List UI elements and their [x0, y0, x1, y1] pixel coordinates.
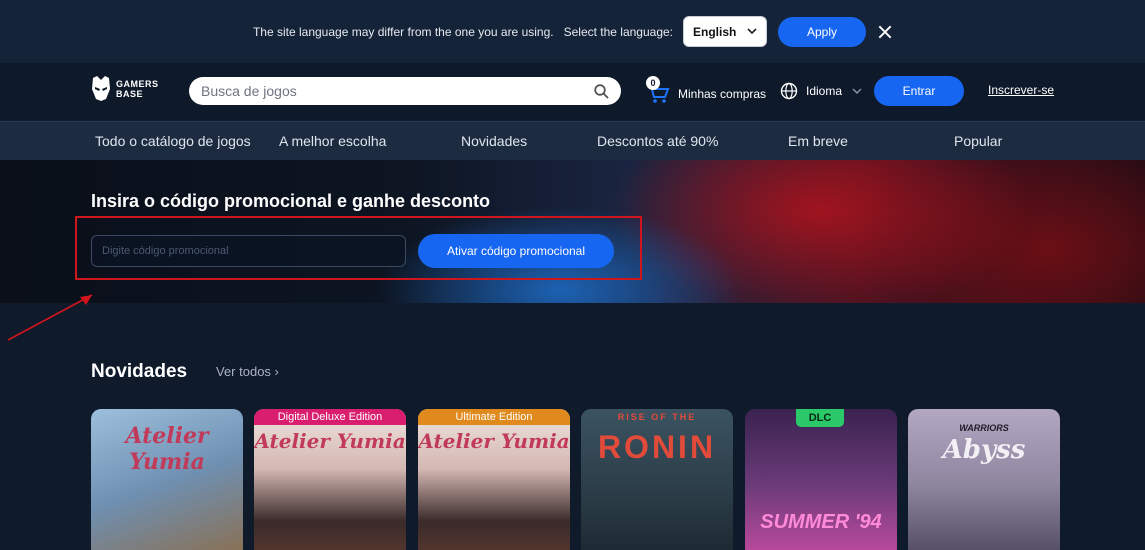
nav-item-discounts[interactable]: Descontos até 90%	[597, 133, 718, 149]
logo-line1: GAMERS	[116, 78, 159, 89]
signup-link[interactable]: Inscrever-se	[988, 83, 1054, 97]
dlc-badge: DLC	[796, 409, 844, 427]
login-button[interactable]: Entrar	[874, 76, 964, 106]
nav-item-coming-soon[interactable]: Em breve	[788, 133, 848, 149]
apply-language-button[interactable]: Apply	[778, 16, 867, 47]
search-bar[interactable]	[189, 77, 621, 105]
game-card[interactable]: WARRIORS Abyss	[908, 409, 1060, 550]
search-icon[interactable]	[594, 83, 609, 99]
game-card[interactable]: Ultimate Edition Atelier Yumia	[418, 409, 570, 550]
my-purchases-link[interactable]: 0 Minhas compras	[646, 76, 766, 106]
nav-item-best-choice[interactable]: A melhor escolha	[279, 133, 386, 149]
language-menu[interactable]: Idioma	[780, 82, 862, 100]
game-card-title: SUMMER '94	[760, 511, 882, 533]
gamersbase-logo[interactable]: GAMERS BASE	[91, 75, 159, 102]
game-card-title: Atelier Yumia	[254, 429, 406, 453]
edition-tag: Ultimate Edition	[418, 409, 570, 425]
game-card-subtitle: RISE OF THE	[617, 412, 697, 422]
language-notice-bar: The site language may differ from the on…	[0, 0, 1145, 63]
language-select-label: Select the language:	[563, 24, 674, 39]
game-card[interactable]: DLC SUMMER '94	[745, 409, 897, 550]
game-card-title: RONIN	[597, 429, 717, 465]
section-title-novidades: Novidades	[91, 361, 188, 382]
nav-item-catalog[interactable]: Todo o catálogo de jogos	[95, 133, 251, 149]
category-nav: Todo o catálogo de jogos A melhor escolh…	[0, 121, 1145, 160]
see-all-link[interactable]: Ver todos ›	[216, 364, 279, 379]
chevron-down-icon	[852, 88, 862, 94]
promo-title: Insira o código promocional e ganhe desc…	[91, 191, 491, 211]
game-card[interactable]: Atelier Yumia	[91, 409, 243, 550]
globe-icon	[780, 82, 798, 100]
language-menu-label: Idioma	[806, 84, 843, 98]
nav-item-new[interactable]: Novidades	[461, 133, 527, 149]
site-header: GAMERS BASE 0 Minhas compras Idioma Entr…	[0, 63, 1145, 121]
language-notice-message: The site language may differ from the on…	[252, 24, 554, 39]
logo-line2: BASE	[116, 88, 144, 99]
game-card[interactable]: Digital Deluxe Edition Atelier Yumia	[254, 409, 406, 550]
game-card-subtitle: WARRIORS	[959, 423, 1009, 433]
search-input[interactable]	[201, 83, 594, 99]
annotation-highlight-box	[75, 216, 642, 280]
logo-mask-icon	[92, 76, 110, 101]
chevron-down-icon	[747, 28, 757, 35]
game-card-title: Atelier Yumia	[418, 429, 570, 453]
game-card-title: Atelier Yumia	[125, 423, 209, 475]
cart-label: Minhas compras	[678, 87, 767, 101]
game-card-title: Abyss	[942, 435, 1026, 465]
language-select[interactable]: English	[683, 16, 768, 47]
annotation-arrow	[7, 294, 93, 341]
edition-tag: Digital Deluxe Edition	[254, 409, 406, 425]
cart-count-badge: 0	[646, 76, 660, 90]
language-select-value: English	[693, 24, 737, 39]
nav-item-popular[interactable]: Popular	[954, 133, 1002, 149]
game-card[interactable]: RISE OF THE RONIN	[581, 409, 733, 550]
close-icon[interactable]	[878, 25, 892, 39]
